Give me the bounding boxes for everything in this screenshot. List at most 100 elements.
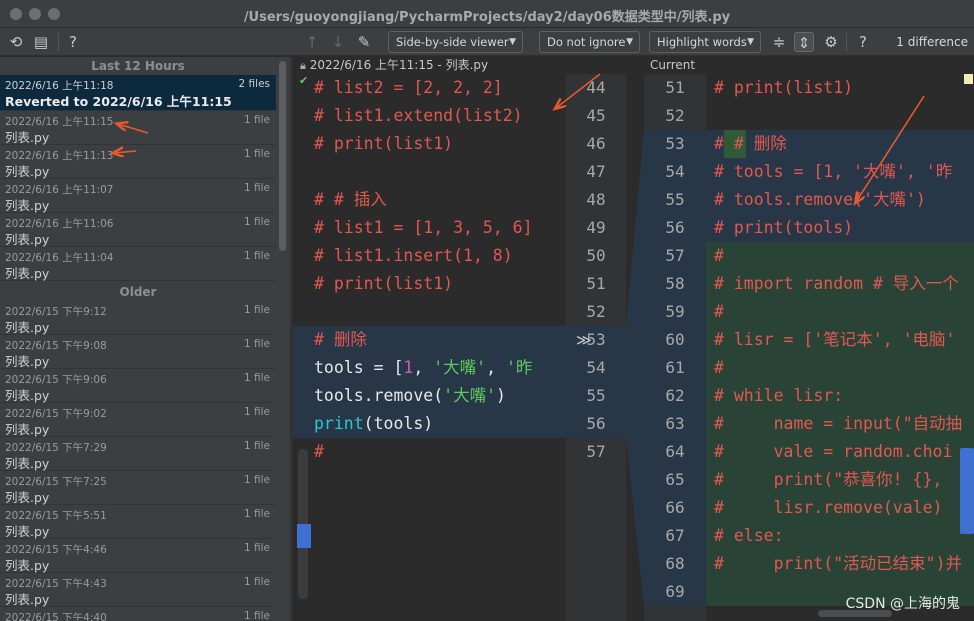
code-token: 1 <box>403 358 414 377</box>
ignore-whitespace-dropdown[interactable]: Do not ignore ▼ <box>539 31 640 53</box>
left-gutter: 44 45 46 47 48 49 50 51 52 53 54 55 56 57 ≫ <box>566 74 626 621</box>
code-token: '大嘴' <box>433 358 487 377</box>
lock-icon: 🔒︎ <box>300 59 306 72</box>
history-item[interactable]: 2022/6/15 下午4:401 file列表.py <box>0 607 276 621</box>
code-token: , <box>486 358 506 377</box>
right-editor-scroll-marker <box>960 448 974 534</box>
history-item[interactable]: 2022/6/15 下午9:06 1 file 列表.py <box>0 369 276 403</box>
code-token: # print(list1) <box>714 78 854 97</box>
history-item[interactable]: 2022/6/15 下午9:12 1 file 列表.py <box>0 301 276 335</box>
history-item[interactable]: 2022/6/16 上午11:04 1 file 列表.py <box>0 247 276 281</box>
history-item[interactable]: 2022/6/15 下午7:29 1 file 列表.py <box>0 437 276 471</box>
settings-gear-icon[interactable]: ⚙ <box>821 32 841 52</box>
viewer-mode-dropdown[interactable]: Side-by-side viewer ▼ <box>388 31 523 53</box>
highlighting-dropdown[interactable]: Highlight words ▼ <box>649 31 761 53</box>
history-item-name: 列表.py <box>5 422 50 437</box>
code-line: # print("恭喜你! {}, <box>706 466 974 494</box>
line-number: 58 <box>665 274 685 293</box>
code-token: # <box>714 358 724 377</box>
group-header-older: Older <box>0 283 276 301</box>
chevron-down-icon: ▼ <box>626 37 633 47</box>
history-item-name: 列表.py <box>5 198 50 213</box>
scrollbar-thumb[interactable] <box>279 61 286 251</box>
line-number: 52 <box>586 302 606 321</box>
right-pane-title: Current <box>650 58 696 72</box>
history-item[interactable]: 2022/6/15 下午9:02 1 file 列表.py <box>0 403 276 437</box>
code-line: # else: <box>706 522 974 550</box>
toolbar: ⟲ ▤ ? ↑ ↓ ✎ Side-by-side viewer ▼ Do not… <box>0 28 974 56</box>
history-item-file-count: 1 file <box>243 508 270 520</box>
line-number: 46 <box>586 134 606 153</box>
code-token: # list1.extend(list2) <box>314 106 523 125</box>
help-icon[interactable]: ? <box>63 32 83 52</box>
history-item[interactable]: 2022/6/16 上午11:07 1 file 列表.py <box>0 179 276 213</box>
code-token: # name = input("自动抽 <box>714 414 963 433</box>
history-item[interactable]: 2022/6/16 上午11:15 1 file 列表.py <box>0 111 276 145</box>
code-token: # print(tools) <box>714 218 854 237</box>
right-pane-header: Current <box>650 57 695 74</box>
revert-icon[interactable]: ⟲ <box>6 32 26 52</box>
sync-scroll-icon[interactable]: ⇕ <box>794 32 814 52</box>
history-item[interactable]: 2022/6/16 上午11:06 1 file 列表.py <box>0 213 276 247</box>
code-line: # list2 = [2, 2, 2] <box>293 74 566 102</box>
code-line: tools.remove('大嘴') <box>293 382 566 410</box>
history-item-name: 列表.py <box>5 524 50 539</box>
history-item-file-count: 1 file <box>243 114 270 126</box>
line-number: 59 <box>665 302 685 321</box>
line-number: 50 <box>586 246 606 265</box>
code-line: # while lisr: <box>706 382 974 410</box>
help-icon[interactable]: ? <box>853 32 873 52</box>
code-token: # list1.insert(1, 8) <box>314 246 513 265</box>
line-number: 68 <box>665 554 685 573</box>
create-patch-icon[interactable]: ▤ <box>31 32 51 52</box>
code-token: # tools = [1, '大嘴', '昨 <box>714 162 953 181</box>
history-item[interactable]: 2022/6/15 下午9:08 1 file 列表.py <box>0 335 276 369</box>
history-item-name: 列表.py <box>5 490 50 505</box>
history-item[interactable]: 2022/6/15 下午7:25 1 file 列表.py <box>0 471 276 505</box>
history-item[interactable]: 2022/6/15 下午4:46 1 file 列表.py <box>0 539 276 573</box>
code-token: # <box>714 246 724 265</box>
code-line: # vale = random.choi <box>706 438 974 466</box>
history-item-name: 列表.py <box>5 320 50 335</box>
history-item[interactable]: 2022/6/16 上午11:18 2 files Reverted to 2022… <box>0 75 276 111</box>
code-line: # name = input("自动抽 <box>706 410 974 438</box>
edit-source-icon[interactable]: ✎ <box>354 32 374 52</box>
line-number: 56 <box>665 218 685 237</box>
code-token: # while lisr: <box>714 386 844 405</box>
ignore-whitespace-label: Do not ignore <box>547 35 626 49</box>
history-item[interactable]: 2022/6/15 下午4:43 1 file 列表.py <box>0 573 276 607</box>
right-editor[interactable]: # print(list1) # # 删除 # tools = [1, '大嘴', … <box>706 74 974 621</box>
line-number: 55 <box>586 386 606 405</box>
collapse-unchanged-icon[interactable]: ≑ <box>769 32 789 52</box>
code-token: # lisr = ['笔记本', '电脑' <box>714 330 956 349</box>
next-difference-icon[interactable]: ↓ <box>328 32 348 52</box>
diff-connector <box>626 74 644 621</box>
code-line: # 删除 <box>293 326 566 354</box>
line-number: 65 <box>665 470 685 489</box>
history-item[interactable]: 2022/6/15 下午5:51 1 file 列表.py <box>0 505 276 539</box>
code-token: # <box>714 302 724 321</box>
code-line: # lisr.remove(vale) <box>706 494 974 522</box>
line-number: 57 <box>586 442 606 461</box>
left-editor[interactable]: ✔ # list2 = [2, 2, 2] # list1.extend(list… <box>293 74 566 621</box>
history-scrollbar[interactable] <box>276 57 290 621</box>
code-token: # tools.remove('大嘴') <box>714 190 926 209</box>
history-item[interactable]: 2022/6/16 上午11:13 1 file 列表.py <box>0 145 276 179</box>
apply-change-icon[interactable]: ≫ <box>576 326 592 354</box>
viewer-mode-label: Side-by-side viewer <box>396 35 509 49</box>
code-line: # # 删除 <box>706 130 974 158</box>
code-line: # lisr = ['笔记本', '电脑' <box>706 326 974 354</box>
line-number: 44 <box>586 78 606 97</box>
code-token: # print(list1) <box>314 274 454 293</box>
history-item-name: 列表.py <box>5 558 50 573</box>
line-number: 66 <box>665 498 685 517</box>
line-number: 47 <box>586 162 606 181</box>
code-token: # lisr.remove(vale) <box>714 498 943 517</box>
history-item-file-count: 1 file <box>243 148 270 160</box>
history-item-name: 列表.py <box>5 164 50 179</box>
code-line: # list1 = [1, 3, 5, 6] <box>293 214 566 242</box>
history-item-file-count: 1 file <box>243 610 270 621</box>
previous-difference-icon[interactable]: ↑ <box>302 32 322 52</box>
history-item-name: 列表.py <box>5 354 50 369</box>
